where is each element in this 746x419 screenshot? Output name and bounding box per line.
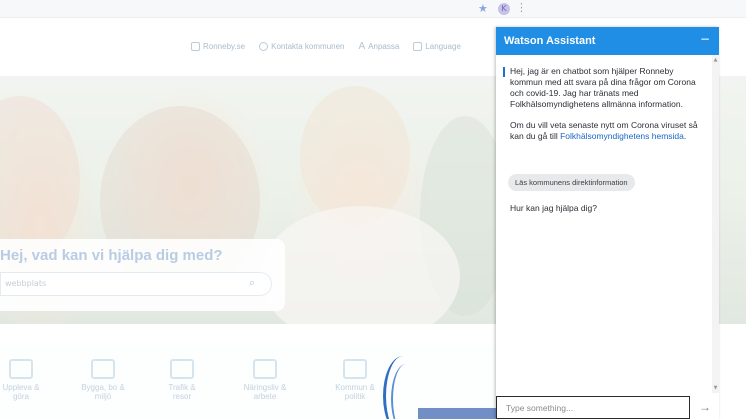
category-label: Trafik & resor xyxy=(168,383,196,401)
search-card: Hej, vad kan vi hjälpa dig med? webbplat… xyxy=(0,239,285,311)
gavel-icon xyxy=(343,359,367,379)
category-label: Bygga, bo & miljö xyxy=(81,383,125,401)
search-heading: Hej, vad kan vi hjälpa dig med? xyxy=(0,247,223,264)
camera-icon xyxy=(9,359,33,379)
bot-message-question: Hur kan jag hjälpa dig? xyxy=(510,203,597,213)
bot-message-info: Om du vill veta senaste nytt om Corona v… xyxy=(510,120,706,142)
page-button-edge[interactable] xyxy=(418,408,498,419)
search-placeholder: webbplats xyxy=(5,279,47,288)
top-link-label: Anpassa xyxy=(368,42,400,51)
chat-title: Watson Assistant xyxy=(504,35,596,47)
text-size-icon: A xyxy=(358,41,366,52)
minimize-icon[interactable]: − xyxy=(700,32,710,46)
top-link-adjust[interactable]: A Anpassa xyxy=(358,41,400,52)
top-links: Ronneby.se Kontakta kommunen A Anpassa L… xyxy=(191,41,461,52)
translate-icon xyxy=(413,42,423,51)
person-icon xyxy=(259,42,269,51)
category-label: Uppleva & göra xyxy=(2,383,40,401)
building-icon xyxy=(191,42,200,51)
menu-dots-icon[interactable]: ⋮ xyxy=(516,1,527,14)
category-kommun[interactable]: Kommun & politik xyxy=(320,359,390,401)
chat-header: Watson Assistant − xyxy=(496,27,719,55)
search-icon[interactable]: ⌕ xyxy=(249,276,255,290)
top-link-contact[interactable]: Kontakta kommunen xyxy=(259,42,344,51)
top-link-label: Ronneby.se xyxy=(203,42,246,51)
category-uppleva[interactable]: Uppleva & göra xyxy=(0,359,56,401)
category-label: Näringsliv & arbete xyxy=(243,383,287,401)
chat-messages: Hej, jag är en chatbot som hjälper Ronne… xyxy=(496,55,719,393)
top-link-label: Kontakta kommunen xyxy=(271,42,345,51)
info-suffix: . xyxy=(683,131,687,141)
category-naringsliv[interactable]: Näringsliv & arbete xyxy=(230,359,300,401)
message-indicator xyxy=(503,67,505,77)
folkhalsomyndigheten-link[interactable]: Folkhälsomyndighetens hemsida xyxy=(560,131,684,141)
scroll-down-icon[interactable]: ▼ xyxy=(712,385,719,391)
category-label: Kommun & politik xyxy=(335,383,375,401)
category-bygga[interactable]: Bygga, bo & miljö xyxy=(68,359,138,401)
top-link-language[interactable]: Language xyxy=(413,42,461,51)
bus-icon xyxy=(170,359,194,379)
handshake-icon xyxy=(253,359,277,379)
watson-chat-panel: Watson Assistant − Hej, jag är en chatbo… xyxy=(496,27,719,419)
profile-avatar[interactable]: K xyxy=(498,3,510,15)
chat-scrollbar[interactable]: ▲ ▼ xyxy=(712,55,719,393)
chat-input[interactable] xyxy=(496,396,690,419)
house-icon xyxy=(91,359,115,379)
direct-info-chip[interactable]: Läs kommunens direktinformation xyxy=(508,174,635,191)
top-link-ronneby[interactable]: Ronneby.se xyxy=(191,42,245,51)
star-icon[interactable]: ★ xyxy=(478,2,488,15)
browser-toolbar: ★ K ⋮ xyxy=(0,0,746,18)
bot-message-intro: Hej, jag är en chatbot som hjälper Ronne… xyxy=(510,66,696,109)
scroll-up-icon[interactable]: ▲ xyxy=(712,57,719,63)
send-button[interactable]: → xyxy=(694,396,716,419)
site-search-input[interactable]: webbplats ⌕ xyxy=(0,272,272,296)
category-trafik[interactable]: Trafik & resor xyxy=(147,359,217,401)
top-link-label: Language xyxy=(425,42,461,51)
